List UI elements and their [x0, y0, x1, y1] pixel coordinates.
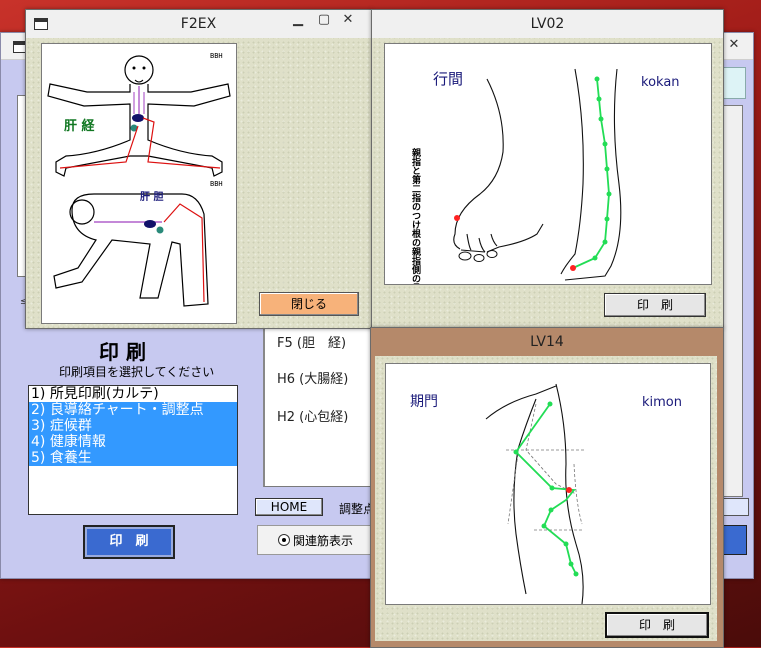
- lv02-window: LV02 行間 kokan 親指と第二指のつけ根の親指側の骨側 印 刷: [371, 9, 724, 329]
- f2ex-label-upper: 肝 経: [64, 118, 96, 134]
- related-radio-group[interactable]: 関連筋表示: [257, 525, 371, 555]
- f2ex-code-upper: BBH: [210, 52, 223, 60]
- lv02-name-romaji: kokan: [641, 75, 680, 90]
- print-heading: 印 刷: [99, 340, 146, 364]
- print-instruction: 印刷項目を選択してください: [59, 365, 215, 379]
- print-item-list[interactable]: 1) 所見印刷(カルテ) 2) 良導絡チャート・調整点 3) 症候群 4) 健康情報 5…: [28, 385, 238, 515]
- lv14-illustration-panel: 期門 kimon: [385, 363, 711, 605]
- lv02-titlebar: LV02: [372, 10, 723, 38]
- meridian-list-item: H2 (心包経): [277, 410, 349, 425]
- lv14-name-jp: 期門: [410, 394, 438, 410]
- related-radio-label: 関連筋表示: [293, 534, 354, 548]
- main-right-strip: [722, 67, 746, 99]
- print-button[interactable]: 印 刷: [83, 525, 175, 559]
- lv14-print-button[interactable]: 印 刷: [605, 612, 709, 638]
- lv14-print-label: 印 刷: [638, 618, 675, 632]
- f2ex-window: F2EX ▁ ▢ ✕ BBH 肝 経 BBH 肝 胆 閉じる: [25, 9, 372, 329]
- lv14-title: LV14: [530, 334, 564, 350]
- f2ex-titlebar: F2EX ▁ ▢ ✕: [26, 10, 371, 38]
- f2ex-code-lower: BBH: [210, 180, 223, 188]
- meridian-list-item: H6 (大腸経): [277, 372, 349, 387]
- print-list-item[interactable]: 4) 健康情報: [29, 434, 237, 450]
- print-list-item[interactable]: 1) 所見印刷(カルテ): [29, 386, 237, 402]
- print-list-item[interactable]: 3) 症候群: [29, 418, 237, 434]
- f2ex-diagram-panel: BBH 肝 経 BBH 肝 胆: [41, 43, 237, 324]
- print-list-item[interactable]: 5) 食養生: [29, 450, 237, 466]
- main-right-panel: [723, 105, 743, 497]
- lv02-description: 親指と第二指のつけ根の親指側の骨側: [410, 147, 422, 284]
- f2ex-close-action-label: 閉じる: [290, 297, 327, 311]
- lv14-window: LV14 期門 kimon 印 刷: [370, 327, 724, 648]
- print-item-list-items: 1) 所見印刷(カルテ) 2) 良導絡チャート・調整点 3) 症候群 4) 健康情報 5…: [29, 386, 237, 466]
- lv02-print-button[interactable]: 印 刷: [604, 293, 706, 317]
- torso-diagram: 期門 kimon: [410, 383, 682, 605]
- print-button-label: 印 刷: [109, 534, 149, 549]
- lv14-titlebar: LV14: [371, 328, 723, 356]
- lv14-name-romaji: kimon: [642, 395, 682, 410]
- f2ex-label-lower: 肝 胆: [140, 191, 163, 203]
- meridian-list-item: F5 (胆 経): [277, 336, 347, 351]
- related-radio-icon[interactable]: [278, 534, 290, 546]
- lv02-illustration-panel: 行間 kokan 親指と第二指のつけ根の親指側の骨側: [384, 43, 712, 302]
- f2ex-close-button[interactable]: ✕: [326, 10, 370, 30]
- lv02-title: LV02: [530, 16, 565, 32]
- meridian-list-panel: F5 (胆 経) H6 (大腸経) H2 (心包経): [263, 325, 378, 487]
- meridian-body-diagram: BBH 肝 経 BBH 肝 胆: [47, 52, 231, 307]
- lv02-print-label: 印 刷: [636, 298, 673, 312]
- print-list-item[interactable]: 2) 良導絡チャート・調整点: [29, 402, 237, 418]
- f2ex-close-action-button[interactable]: 閉じる: [259, 292, 359, 316]
- tab-home-label: HOME: [270, 500, 308, 514]
- lv02-name-jp: 行間: [433, 70, 463, 88]
- tab-home[interactable]: HOME: [255, 498, 323, 516]
- foot-diagram: 行間 kokan 親指と第二指のつけ根の親指側の骨側: [410, 68, 680, 302]
